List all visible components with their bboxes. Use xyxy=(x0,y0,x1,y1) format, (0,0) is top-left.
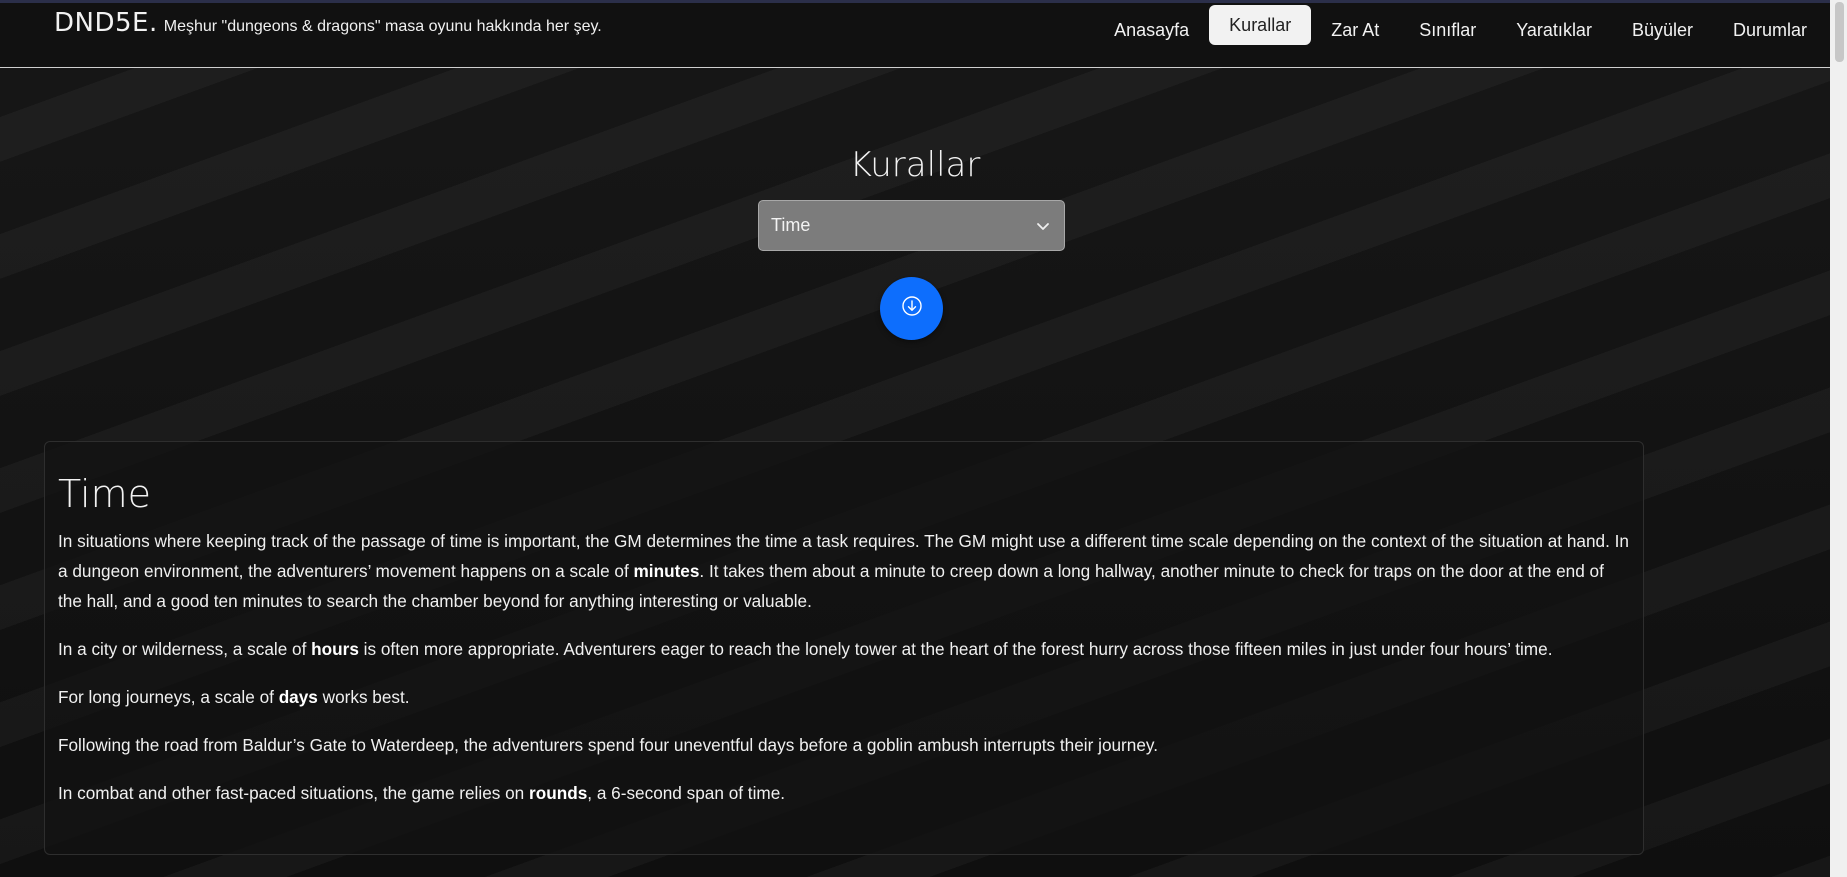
brand[interactable]: DND5E. Meşhur "dungeons & dragons" masa … xyxy=(54,8,602,38)
nav-item-durumlar[interactable]: Durumlar xyxy=(1713,7,1827,41)
nav-item-kurallar[interactable]: Kurallar xyxy=(1209,5,1312,45)
vertical-scrollbar[interactable] xyxy=(1830,0,1847,877)
brand-title[interactable]: DND5E. xyxy=(54,8,158,38)
scrollbar-thumb[interactable] xyxy=(1835,2,1844,62)
rule-select[interactable]: Time xyxy=(758,200,1065,251)
nav-item-anasayfa[interactable]: Anasayfa xyxy=(1094,7,1209,41)
nav-menu: Anasayfa Kurallar Zar At Sınıflar Yaratı… xyxy=(1094,5,1827,45)
chevron-down-icon xyxy=(1034,217,1052,235)
brand-subtitle: Meşhur "dungeons & dragons" masa oyunu h… xyxy=(163,18,602,35)
top-navbar: DND5E. Meşhur "dungeons & dragons" masa … xyxy=(0,0,1847,68)
nav-item-siniflar[interactable]: Sınıflar xyxy=(1399,7,1496,41)
nav-item-yaratiklar[interactable]: Yaratıklar xyxy=(1496,7,1612,41)
nav-item-buyuler[interactable]: Büyüler xyxy=(1612,7,1713,41)
rule-title: Time xyxy=(58,472,151,516)
rule-paragraph: For long journeys, a scale of days works… xyxy=(58,687,410,707)
rule-paragraph: In situations where keeping track of the… xyxy=(58,531,1629,611)
rule-paragraph: Following the road from Baldur’s Gate to… xyxy=(58,735,1158,755)
rule-paragraph: In a city or wilderness, a scale of hour… xyxy=(58,639,1553,659)
page: DND5E. Meşhur "dungeons & dragons" masa … xyxy=(0,0,1847,877)
nav-item-zar-at[interactable]: Zar At xyxy=(1311,7,1399,41)
rule-paragraph: In combat and other fast-paced situation… xyxy=(58,783,786,803)
page-title: Kurallar xyxy=(849,145,981,185)
scroll-down-button[interactable] xyxy=(880,277,943,340)
rule-card: Time In situations where keeping track o… xyxy=(44,441,1644,855)
rule-select-value: Time xyxy=(771,215,811,235)
arrow-down-circle-icon xyxy=(901,295,923,322)
